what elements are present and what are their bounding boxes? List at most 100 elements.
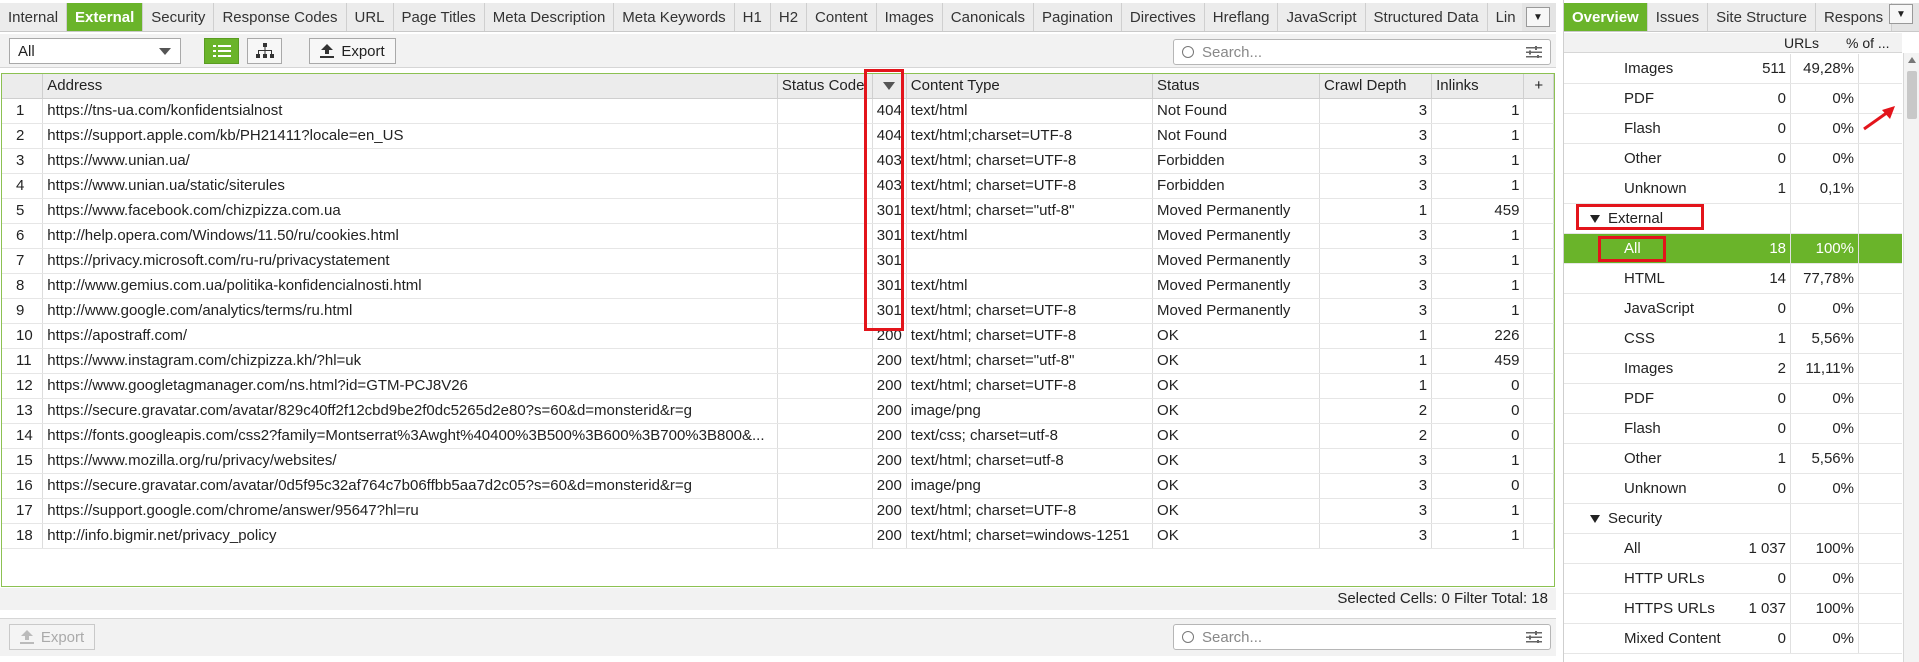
table-row[interactable]: 17 https://support.google.com/chrome/answ… (2, 498, 1554, 524)
table-row[interactable]: 9 http://www.google.com/analytics/terms/r… (2, 298, 1554, 324)
empty-cell (1523, 298, 1554, 324)
column-header-status-code[interactable]: Status Code (777, 74, 873, 99)
right-tab-site-structure[interactable]: Site Structure (1708, 3, 1816, 31)
table-row[interactable]: 11 https://www.instagram.com/chizpizza.kh… (2, 348, 1554, 374)
tree-item-all[interactable]: All 18 100% (1564, 234, 1902, 264)
table-row[interactable]: 13 https://secure.gravatar.com/avatar/829… (2, 398, 1554, 424)
export-icon (19, 630, 34, 644)
table-row[interactable]: 15 https://www.mozilla.org/ru/privacy/web… (2, 448, 1554, 474)
table-row[interactable]: 10 https://apostraff.com/200 text/html; ch… (2, 323, 1554, 349)
scrollbar-thumb[interactable] (1907, 71, 1917, 119)
address-cell: http://www.gemius.com.ua/politika-konfid… (42, 273, 778, 299)
column-divider (1858, 414, 1859, 443)
table-row[interactable]: 5 https://www.facebook.com/chizpizza.com.… (2, 198, 1554, 224)
table-row[interactable]: 4 https://www.unian.ua/static/siterules 40… (2, 173, 1554, 199)
tab-url[interactable]: URL (346, 3, 394, 31)
column-header-inlinks[interactable]: Inlinks (1431, 74, 1525, 99)
tab-javascript[interactable]: JavaScript (1278, 3, 1366, 31)
tab-directives[interactable]: Directives (1121, 3, 1205, 31)
tree-item-pdf[interactable]: PDF 0 0% (1564, 84, 1902, 114)
right-tab-respons[interactable]: Respons (1815, 3, 1893, 31)
overview-header: URLs % of ... (1564, 33, 1902, 53)
tab-security[interactable]: Security (143, 3, 215, 31)
column-header-crawl-depth[interactable]: Crawl Depth (1319, 74, 1433, 99)
tab-external[interactable]: External (67, 3, 144, 31)
tab-pagination[interactable]: Pagination (1034, 3, 1122, 31)
tree-item-all[interactable]: All 1 037 100% (1564, 534, 1902, 564)
table-row[interactable]: 3 https://www.unian.ua/403 text/html; char… (2, 148, 1554, 174)
table-row[interactable]: 1 https://tns-ua.com/konfidentsialnost 404… (2, 98, 1554, 124)
tree-item-other[interactable]: Other 0 0% (1564, 144, 1902, 174)
filter-settings-icon[interactable] (1526, 631, 1542, 643)
table-row[interactable]: 2 https://support.apple.com/kb/PH21411?lo… (2, 123, 1554, 149)
tree-item-html[interactable]: HTML 14 77,78% (1564, 264, 1902, 294)
column-header-status[interactable]: Status (1152, 74, 1320, 99)
add-column-button[interactable]: + (1523, 74, 1554, 99)
empty-cell (1523, 198, 1554, 224)
tree-group-external[interactable]: External (1564, 204, 1902, 234)
table-row[interactable]: 18 http://info.bigmir.net/privacy_policy 2… (2, 523, 1554, 549)
tree-view-button[interactable] (247, 38, 282, 64)
tree-item-other[interactable]: Other 1 5,56% (1564, 444, 1902, 474)
tree-item-mixed-content[interactable]: Mixed Content 0 0% (1564, 624, 1902, 654)
tab-hreflang[interactable]: Hreflang (1204, 3, 1279, 31)
list-view-button[interactable] (204, 38, 239, 64)
tab-h2[interactable]: H2 (770, 3, 808, 31)
tab-internal[interactable]: Internal (0, 3, 68, 31)
status-code-spacer (777, 173, 873, 199)
expand-triangle-icon[interactable] (1590, 515, 1600, 523)
tab-images[interactable]: Images (876, 3, 943, 31)
tab-meta-keywords[interactable]: Meta Keywords (614, 3, 735, 31)
filter-settings-icon[interactable] (1526, 46, 1542, 58)
tree-item-https-urls[interactable]: HTTPS URLs 1 037 100% (1564, 594, 1902, 624)
tree-item-pdf[interactable]: PDF 0 0% (1564, 384, 1902, 414)
table-row[interactable]: 16 https://secure.gravatar.com/avatar/0d5… (2, 473, 1554, 499)
tab-lin[interactable]: Lin (1487, 3, 1522, 31)
column-divider (1790, 324, 1791, 353)
table-row[interactable]: 6 http://help.opera.com/Windows/11.50/ru/… (2, 223, 1554, 249)
column-divider (1790, 444, 1791, 473)
crawl-depth-cell: 3 (1319, 498, 1433, 524)
tab-overflow-button[interactable]: ▼ (1526, 7, 1550, 27)
search-input[interactable]: Search... (1173, 39, 1551, 65)
filter-select[interactable]: All (9, 38, 181, 64)
overview-scrollbar[interactable] (1903, 53, 1919, 662)
tab-h1[interactable]: H1 (734, 3, 771, 31)
tree-item-unknown[interactable]: Unknown 0 0% (1564, 474, 1902, 504)
tree-item-http-urls[interactable]: HTTP URLs 0 0% (1564, 564, 1902, 594)
address-cell: https://www.mozilla.org/ru/privacy/websi… (42, 448, 778, 474)
expand-triangle-icon[interactable] (1590, 215, 1600, 223)
table-row[interactable]: 14 https://fonts.googleapis.com/css2?fami… (2, 423, 1554, 449)
sort-toggle[interactable] (872, 74, 907, 99)
tab-meta-description[interactable]: Meta Description (484, 3, 615, 31)
tab-canonicals[interactable]: Canonicals (942, 3, 1035, 31)
table-row[interactable]: 8 http://www.gemius.com.ua/politika-konfi… (2, 273, 1554, 299)
right-tab-overflow-button[interactable]: ▼ (1889, 4, 1913, 24)
table-row[interactable]: 12 https://www.googletagmanager.com/ns.ht… (2, 373, 1554, 399)
column-divider (1858, 384, 1859, 413)
tree-item-images[interactable]: Images 2 11,11% (1564, 354, 1902, 384)
column-header-content-type[interactable]: Content Type (906, 74, 1154, 99)
export-button[interactable]: Export (309, 38, 396, 64)
tree-item-unknown[interactable]: Unknown 1 0,1% (1564, 174, 1902, 204)
tab-response-codes[interactable]: Response Codes (214, 3, 347, 31)
tree-item-javascript[interactable]: JavaScript 0 0% (1564, 294, 1902, 324)
status-cell: OK (1152, 323, 1320, 349)
column-divider (1858, 264, 1859, 293)
right-tab-overview[interactable]: Overview (1564, 3, 1648, 31)
tab-structured-data[interactable]: Structured Data (1365, 3, 1488, 31)
tree-item-images[interactable]: Images 511 49,28% (1564, 54, 1902, 84)
tree-item-css[interactable]: CSS 1 5,56% (1564, 324, 1902, 354)
tree-group-security[interactable]: Security (1564, 504, 1902, 534)
column-header-address[interactable]: Address (42, 74, 778, 99)
tree-item-flash[interactable]: Flash 0 0% (1564, 414, 1902, 444)
right-tab-issues[interactable]: Issues (1647, 3, 1709, 31)
bottom-search-input[interactable]: Search... (1173, 624, 1551, 650)
tab-page-titles[interactable]: Page Titles (393, 3, 485, 31)
tab-content[interactable]: Content (807, 3, 877, 31)
bottom-export-button[interactable]: Export (9, 624, 95, 650)
scroll-up-icon[interactable] (1908, 57, 1916, 63)
tree-item-flash[interactable]: Flash 0 0% (1564, 114, 1902, 144)
column-divider (1790, 414, 1791, 443)
table-row[interactable]: 7 https://privacy.microsoft.com/ru-ru/pri… (2, 248, 1554, 274)
